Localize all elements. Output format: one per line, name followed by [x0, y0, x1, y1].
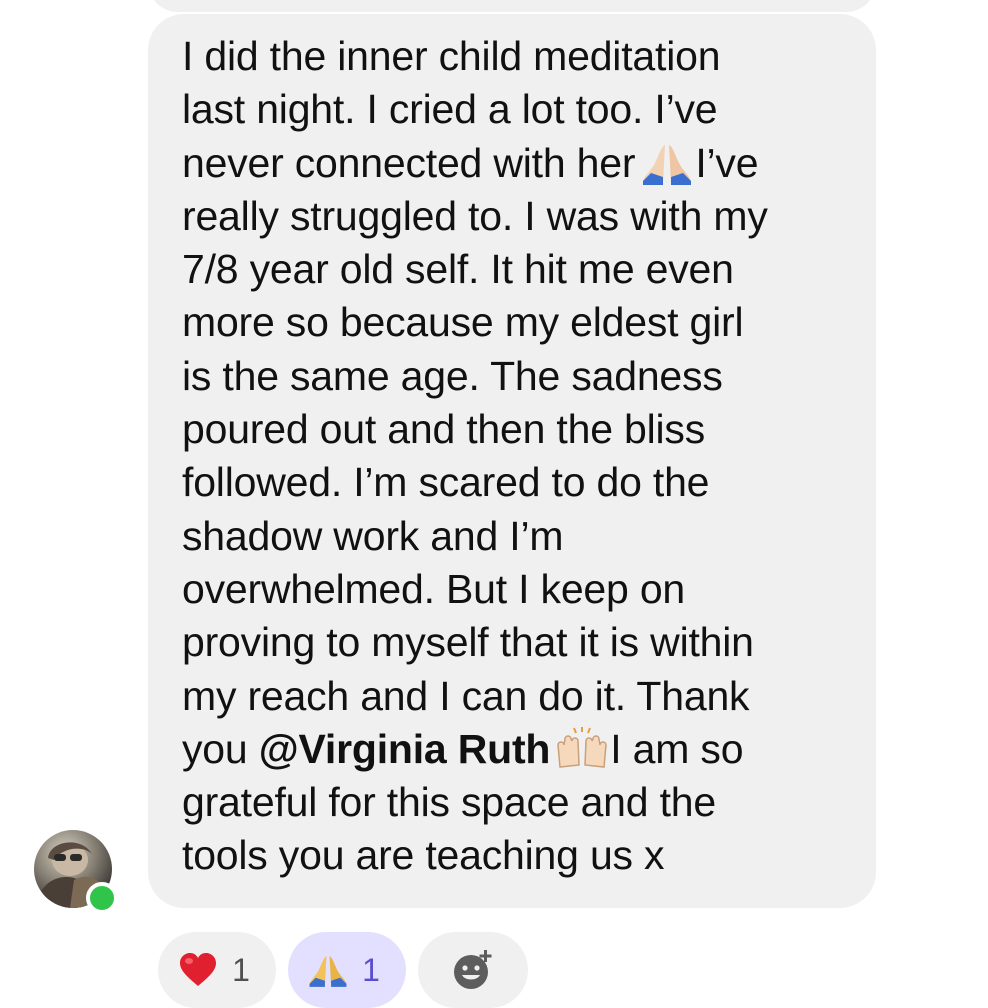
message-line: more so because my eldest girl [182, 299, 744, 346]
raising-hands-icon [557, 726, 608, 768]
message-line: followed. I’m scared to do the [182, 459, 710, 506]
message-line: overwhelmed. But I keep on [182, 565, 686, 612]
folded-hands-icon [309, 956, 347, 987]
online-status-indicator [86, 882, 118, 914]
heart-icon [180, 953, 217, 986]
add-reaction-button[interactable] [418, 932, 528, 1008]
message-line: you @Virginia Ruth I am so [182, 725, 744, 772]
heart-reaction-button[interactable]: 1 [158, 932, 276, 1008]
add-emoji-icon [454, 950, 492, 989]
reaction-count: 1 [362, 951, 380, 988]
message-line: never connected with her I’ve [182, 139, 759, 186]
message-line: grateful for this space and the [182, 779, 716, 826]
message-line: poured out and then the bliss [182, 406, 706, 453]
message-line: is the same age. The sadness [182, 352, 723, 399]
message-line: really struggled to. I was with my [182, 192, 768, 239]
message-line: 7/8 year old self. It hit me even [182, 246, 734, 293]
message-text: I did the inner child meditation last ni… [182, 30, 852, 883]
reactions-bar: 1 1 [158, 932, 528, 1008]
message-line: shadow work and I’m [182, 512, 564, 559]
message-line: last night. I cried a lot too. I’ve [182, 86, 718, 133]
message-bubble[interactable]: I did the inner child meditation last ni… [148, 14, 876, 908]
message-line: I did the inner child meditation [182, 33, 721, 79]
folded-hands-icon [643, 144, 692, 185]
message-line: proving to myself that it is within [182, 619, 754, 666]
message-line: my reach and I can do it. Thank [182, 672, 750, 719]
previous-message-bubble [148, 0, 876, 12]
folded-hands-reaction-button[interactable]: 1 [288, 932, 406, 1008]
mention-link[interactable]: @Virginia Ruth [259, 726, 551, 772]
reaction-count: 1 [232, 951, 250, 988]
message-line: tools you are teaching us x [182, 832, 665, 879]
